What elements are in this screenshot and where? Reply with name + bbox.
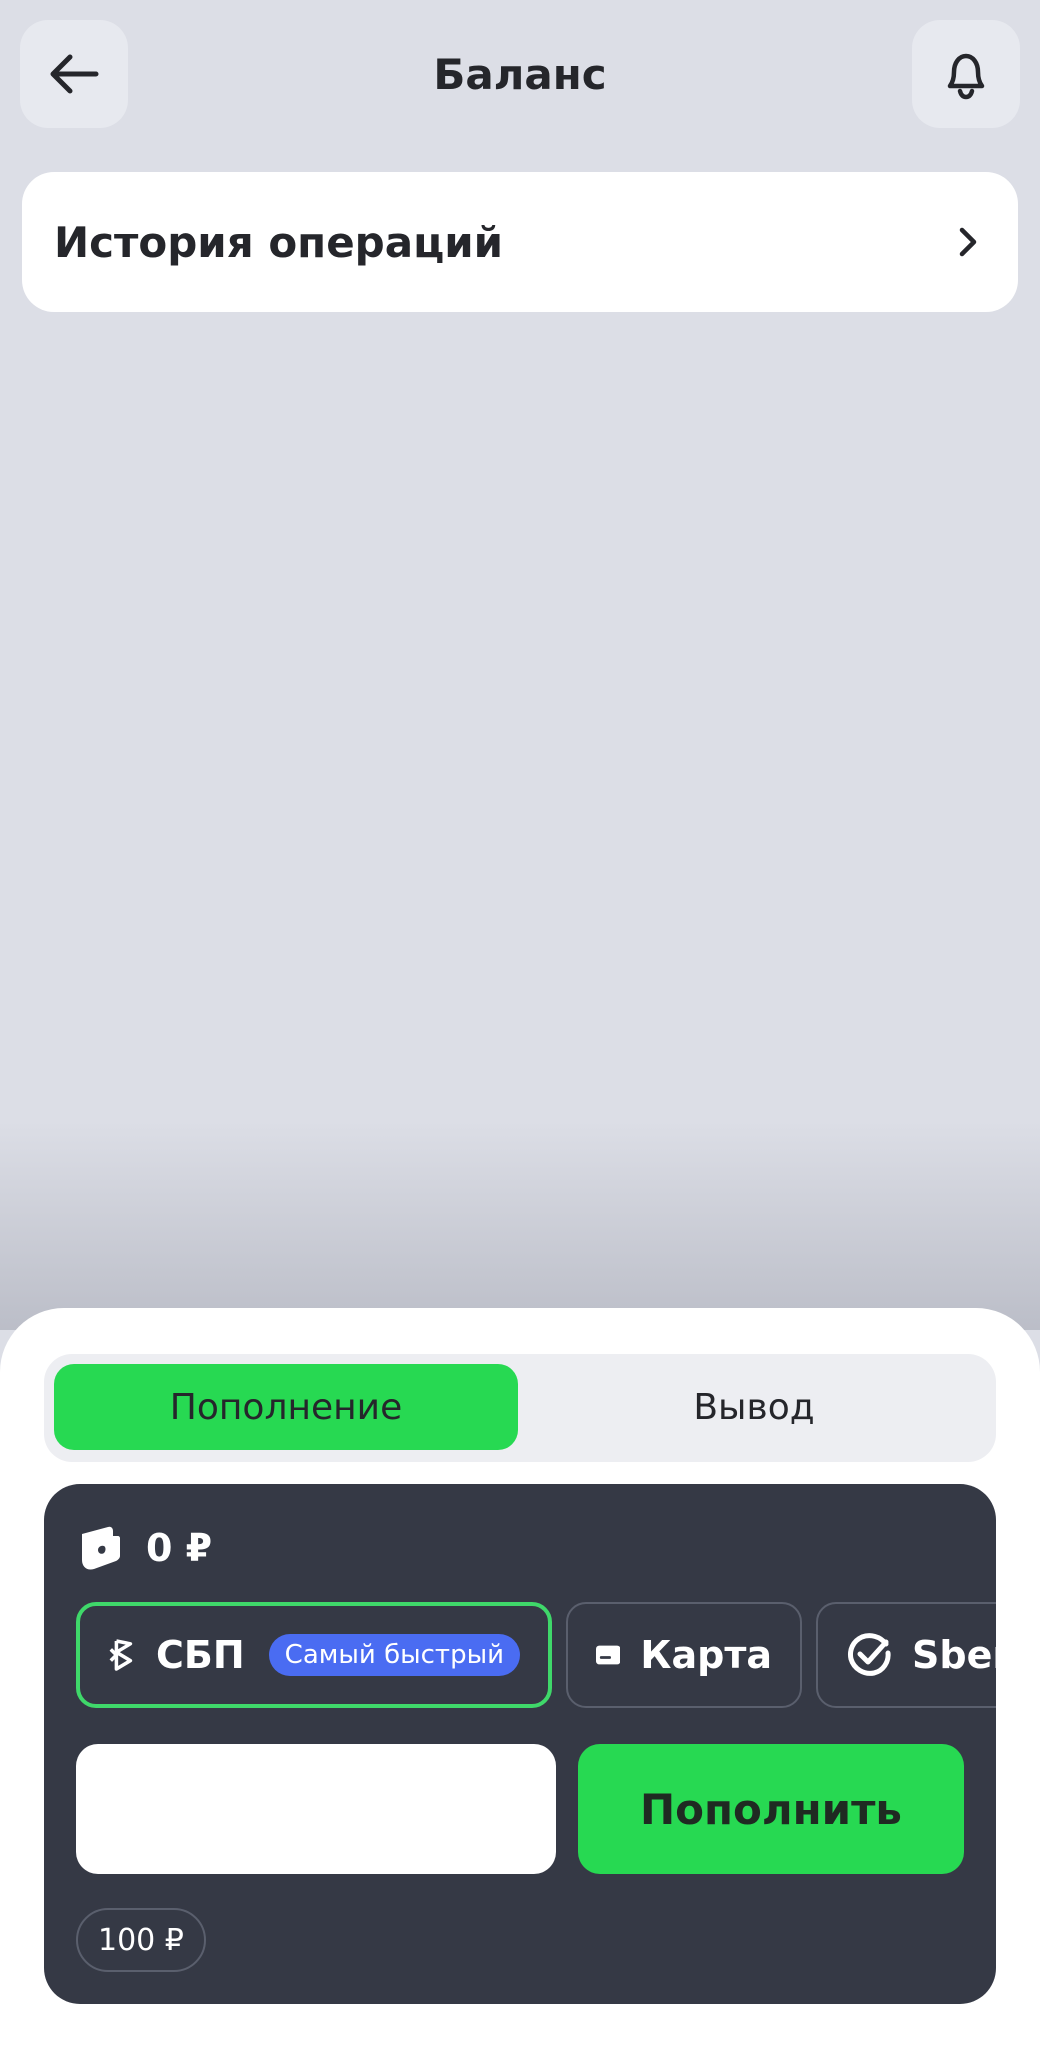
sheet-backdrop <box>0 1120 1040 1330</box>
wallet-icon <box>82 1526 120 1570</box>
bottom-sheet: Пополнение Вывод 0 ₽ СБП Самый быстрый К… <box>0 1308 1040 2048</box>
method-sber-label: Sber <box>912 1633 996 1677</box>
balance-row: 0 ₽ <box>78 1524 212 1572</box>
method-sber[interactable]: Sber <box>816 1602 996 1708</box>
chevron-right-icon <box>959 227 977 257</box>
payment-card: 0 ₽ СБП Самый быстрый Карта Sbe Пополнит… <box>44 1484 996 2004</box>
quick-amount-chip[interactable]: 100 ₽ <box>76 1908 206 1972</box>
tab-withdraw[interactable]: Вывод <box>522 1364 986 1450</box>
topup-button[interactable]: Пополнить <box>578 1744 964 1874</box>
notifications-button[interactable] <box>912 20 1020 128</box>
sbp-icon <box>109 1639 133 1671</box>
page-title: Баланс <box>433 50 607 99</box>
method-sbp[interactable]: СБП Самый быстрый <box>76 1602 552 1708</box>
payment-methods: СБП Самый быстрый Карта Sber <box>76 1602 996 1708</box>
history-label: История операций <box>54 217 504 267</box>
balance-value: 0 ₽ <box>146 1526 213 1570</box>
method-card-label: Карта <box>640 1633 772 1677</box>
amount-input[interactable] <box>76 1744 556 1874</box>
fastest-badge: Самый быстрый <box>268 1634 520 1676</box>
mode-switch: Пополнение Вывод <box>44 1354 996 1462</box>
method-sbp-label: СБП <box>156 1633 245 1677</box>
check-circle-icon <box>848 1633 891 1676</box>
bell-icon <box>947 53 985 100</box>
history-card[interactable]: История операций <box>22 172 1018 312</box>
card-icon <box>596 1645 621 1665</box>
tab-topup[interactable]: Пополнение <box>54 1364 518 1450</box>
method-card[interactable]: Карта <box>566 1602 802 1708</box>
